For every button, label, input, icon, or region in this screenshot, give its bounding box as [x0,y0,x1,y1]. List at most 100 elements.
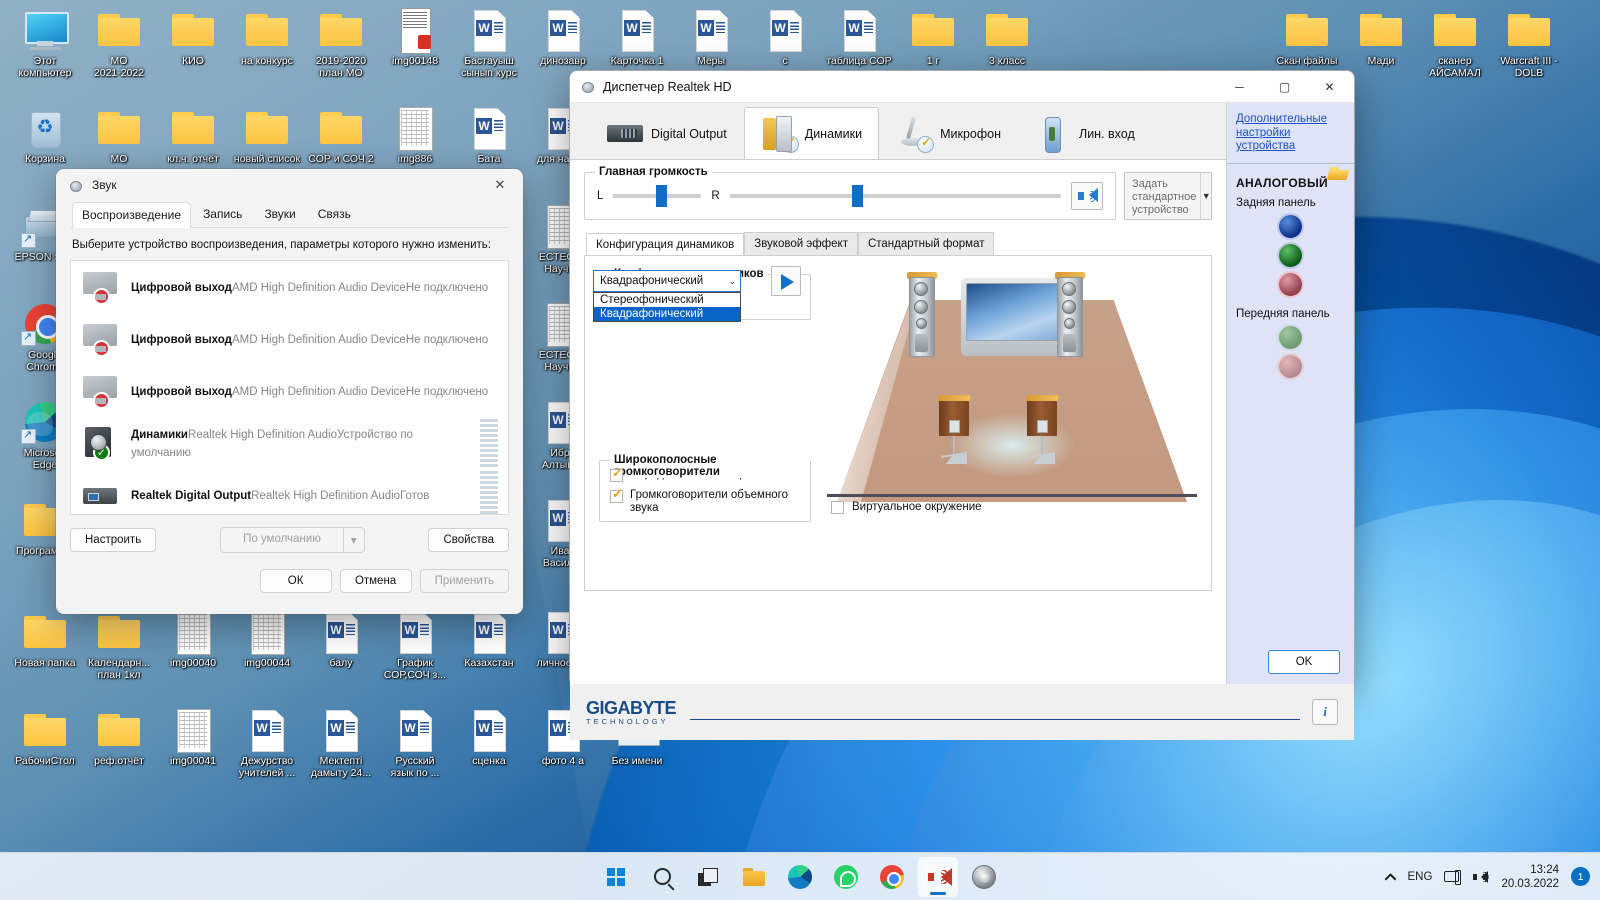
desktop-icon[interactable]: Календарн... план 1кл [82,608,156,681]
desktop-icon[interactable]: Карточка 1 [600,6,674,68]
volume-slider[interactable] [729,185,1061,207]
chrome-button[interactable] [872,857,912,897]
playback-device-list[interactable]: ↓ Цифровой выходAMD High Definition Audio… [70,260,509,515]
speaker-config-option[interactable]: Стереофонический [594,293,740,307]
desktop-icon[interactable]: Бастауыш сынып курс [452,6,526,79]
desktop-icon[interactable]: МО [82,104,156,166]
desktop-icon[interactable]: Новая папка [8,608,82,670]
desktop-icon[interactable]: динозавр [526,6,600,68]
device-tab-speakers[interactable]: Динамики [743,107,880,159]
desktop-icon[interactable]: img00148 [378,6,452,68]
taskbar[interactable]: ENG 13:24 20.03.2022 1 [0,852,1600,900]
file-explorer-button[interactable] [734,857,774,897]
speaker-config-select[interactable]: Квадрафонический ⌄ [593,270,741,292]
cancel-button[interactable]: Отмена [339,569,412,593]
desktop-icon[interactable]: 3 класс [970,6,1044,68]
sound-dialog-tabs[interactable]: Воспроизведение Запись Звуки Связь [70,201,509,228]
desktop-icon[interactable]: Мектепті дамыту 24... [304,706,378,779]
playback-device-row[interactable]: ↓ Цифровой выходAMD High Definition Audio… [71,313,508,365]
desktop-icon[interactable]: Этот компьютер [8,6,82,79]
set-default-split-button[interactable]: По умолчанию ▾ [220,527,365,553]
chevron-down-icon[interactable]: ⌄ [728,276,736,287]
desktop-icon[interactable]: СОР и СОЧ 2 [304,104,378,166]
playback-device-row[interactable]: ↓ Цифровой выходAMD High Definition Audio… [71,261,508,313]
ok-button[interactable]: OK [1268,650,1340,674]
volume-slider-thumb[interactable] [852,185,864,207]
ok-button[interactable]: ОК [259,569,332,593]
configure-button[interactable]: Настроить [70,528,157,552]
playback-device-row[interactable]: ↓ Цифровой выходAMD High Definition Audio… [71,365,508,417]
edge-button[interactable] [780,857,820,897]
realtek-button[interactable] [964,857,1004,897]
realtek-sub-tabs[interactable]: Конфигурация динамиков Звуковой эффект Ста… [586,232,1212,256]
sound-panel-button[interactable] [918,856,958,897]
sub-tab[interactable]: Конфигурация динамиков [586,233,745,256]
desktop-icon[interactable]: реф.отчёт [82,706,156,768]
sub-tab[interactable]: Стандартный формат [857,232,995,255]
playback-device-row[interactable]: Realtek Digital OutputRealtek High Defin… [71,469,508,514]
desktop-icon[interactable]: сценка [452,706,526,768]
desktop-icon[interactable]: таблица СОР [822,6,896,68]
desktop-icon[interactable]: 2019-2020 план МО [304,6,378,79]
desktop-icon[interactable]: График СОР,СОЧ з... [378,608,452,681]
play-test-button[interactable] [771,266,801,296]
desktop-icon[interactable]: новый список [230,104,304,166]
rear-left-speaker-icon[interactable] [937,392,971,464]
desktop-icon[interactable]: img00040 [156,608,230,670]
desktop-icon[interactable]: сканер АЙСАМАЛ [1418,6,1492,79]
set-default-button[interactable]: По умолчанию [220,527,343,553]
desktop-icon[interactable]: Корзина [8,104,82,166]
maximize-icon[interactable]: ▢ [1262,71,1307,102]
rear-right-speaker-icon[interactable] [1025,392,1059,464]
desktop-icon[interactable]: Скан файлы [1270,6,1344,68]
checkbox-icon[interactable] [610,487,623,503]
clock[interactable]: 13:24 20.03.2022 [1501,863,1559,891]
language-indicator[interactable]: ENG [1408,871,1433,883]
front-jack-green[interactable] [1279,325,1302,349]
network-icon[interactable] [1444,869,1462,885]
desktop-icon[interactable]: КИО [156,6,230,68]
sound-dialog-window[interactable]: Звук ✕ Воспроизведение Запись Звуки Связь В… [56,169,523,614]
device-tab-microphone[interactable]: Микрофон [879,107,1018,159]
realtek-hd-manager-window[interactable]: Диспетчер Realtek HD ─ ▢ ✕ Digital Outpu… [569,70,1355,740]
desktop-icon[interactable]: 1 г [896,6,970,68]
notification-badge[interactable]: 1 [1571,867,1590,886]
speaker-config-dropdown[interactable]: Стереофонический Квадрафонический [593,292,741,322]
sub-tab[interactable]: Звуковой эффект [744,232,858,255]
start-button[interactable] [596,857,636,897]
virtual-surround-checkbox[interactable] [831,501,844,514]
close-icon[interactable]: ✕ [483,171,517,199]
desktop-icon[interactable]: с [748,6,822,68]
search-button[interactable] [642,857,682,897]
device-tab-digital-output[interactable]: Digital Output [590,107,744,159]
tab-звуки[interactable]: Звуки [254,201,305,227]
chevron-down-icon[interactable]: ▼ [1200,173,1211,219]
desktop-icon[interactable]: на конкурс [230,6,304,68]
whatsapp-button[interactable] [826,857,866,897]
desktop-icon[interactable]: Казахстан [452,608,526,670]
desktop-icon[interactable]: балу [304,608,378,670]
balance-slider[interactable] [613,185,702,207]
device-tab-line-in[interactable]: Лин. вход [1018,107,1152,159]
sound-dialog-titlebar[interactable]: Звук ✕ [56,169,523,201]
desktop-icon[interactable]: кл.ч. отчёт [156,104,230,166]
front-right-speaker-icon[interactable] [1055,272,1085,357]
front-left-speaker-icon[interactable] [907,272,937,357]
rear-jack-pink[interactable] [1279,272,1302,296]
chevron-down-icon[interactable]: ▾ [342,527,365,553]
minimize-icon[interactable]: ─ [1217,71,1262,102]
properties-button[interactable]: Свойства [428,528,509,552]
realtek-titlebar[interactable]: Диспетчер Realtek HD ─ ▢ ✕ [570,71,1354,103]
desktop-icon[interactable]: Дежурство учителей ... [230,706,304,779]
desktop-icon[interactable]: Меры [674,6,748,68]
front-jack-pink[interactable] [1279,354,1302,378]
advanced-settings-area[interactable]: Дополнительные настройки устройства [1227,103,1354,163]
tab-связь[interactable]: Связь [308,201,361,227]
system-tray[interactable]: ENG 13:24 20.03.2022 1 [1385,863,1590,891]
rear-jack-green[interactable] [1279,243,1302,267]
tab-запись[interactable]: Запись [193,201,252,227]
desktop-icon[interactable]: Бата [452,104,526,166]
taskbar-apps[interactable] [596,856,1004,897]
realtek-device-tabs[interactable]: Digital Output Динамики Микрофон Лин. вход [570,103,1226,159]
info-icon[interactable]: i [1312,699,1338,725]
